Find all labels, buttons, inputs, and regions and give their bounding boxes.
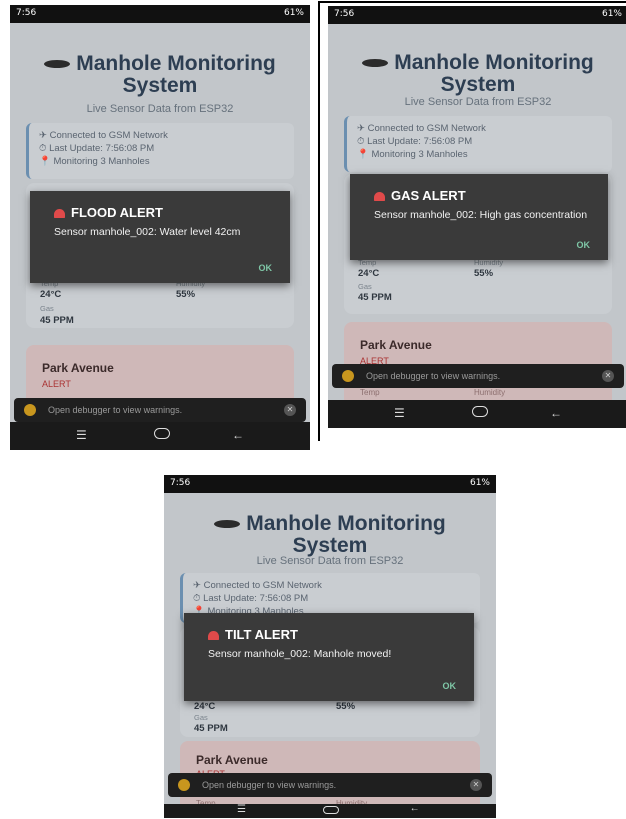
- manhole-icon: [362, 59, 389, 68]
- flood-alert-dialog: FLOOD ALERT Sensor manhole_002: Water le…: [30, 191, 290, 283]
- phone-screenshot-tilt: 7:56 61% Manhole Monitoring System Live S…: [164, 475, 496, 818]
- debugger-toast[interactable]: Open debugger to view warnings. ✕: [14, 398, 306, 422]
- connection-status: ✈ Connected to GSM Network: [193, 580, 322, 591]
- toast-text: Open debugger to view warnings.: [48, 405, 183, 415]
- humidity-value: 55%: [474, 268, 494, 279]
- status-bar: 7:56 61%: [328, 6, 626, 24]
- manhole-icon: [44, 60, 71, 69]
- status-time: 7:56: [16, 8, 37, 18]
- status-bar: 7:56 61%: [10, 5, 310, 23]
- nav-bar: ☰ ←: [164, 803, 496, 818]
- warning-icon: [24, 404, 36, 416]
- siren-icon: [54, 209, 65, 219]
- phone-screenshot-flood: 7:56 61% Manhole Monitoring System Live S…: [10, 5, 310, 450]
- menu-icon[interactable]: ☰: [394, 406, 405, 420]
- nav-bar: ☰ ←: [328, 400, 626, 428]
- park-avenue-title: Park Avenue: [196, 753, 268, 767]
- battery-level: 61%: [469, 478, 490, 488]
- dialog-title: FLOOD ALERT: [54, 205, 163, 220]
- last-update: ⏱ Last Update: 7:56:08 PM: [357, 136, 473, 147]
- app-screen: Manhole Monitoring System Live Sensor Dat…: [164, 493, 496, 818]
- toast-text: Open debugger to view warnings.: [202, 780, 337, 790]
- dialog-message: Sensor manhole_002: High gas concentrati…: [374, 209, 588, 221]
- phone-screenshot-gas: 7:56 61% Manhole Monitoring System Live S…: [328, 6, 626, 428]
- menu-icon[interactable]: ☰: [237, 804, 246, 815]
- gas-alert-dialog: GAS ALERT Sensor manhole_002: High gas c…: [350, 174, 608, 260]
- humidity-value: 55%: [336, 701, 356, 712]
- siren-icon: [208, 631, 219, 641]
- connection-status: ✈ Connected to GSM Network: [357, 123, 486, 134]
- debugger-toast[interactable]: Open debugger to view warnings. ✕: [168, 773, 492, 797]
- last-update: ⏱ Last Update: 7:56:08 PM: [39, 143, 155, 154]
- page-subtitle: Live Sensor Data from ESP32: [256, 555, 404, 567]
- dialog-message: Sensor manhole_002: Water level 42cm: [54, 226, 241, 238]
- park-avenue-title: Park Avenue: [42, 361, 114, 375]
- park-humidity-label: Humidity: [474, 388, 506, 397]
- gas-value: 45 PPM: [40, 315, 74, 326]
- warning-icon: [342, 370, 354, 382]
- last-update: ⏱ Last Update: 7:56:08 PM: [193, 593, 309, 604]
- ok-button[interactable]: OK: [577, 240, 591, 250]
- gas-label: Gas: [40, 304, 54, 313]
- connection-status: ✈ Connected to GSM Network: [39, 130, 168, 141]
- gas-label: Gas: [358, 282, 372, 291]
- humidity-value: 55%: [176, 289, 196, 300]
- app-screen: Manhole Monitoring System Live Sensor Dat…: [328, 24, 626, 428]
- park-temp-label: Temp: [360, 388, 380, 397]
- page-subtitle: Live Sensor Data from ESP32: [86, 103, 234, 115]
- page-title: Manhole Monitoring System: [328, 52, 626, 96]
- dialog-title: TILT ALERT: [208, 627, 298, 642]
- close-icon[interactable]: ✕: [602, 370, 614, 382]
- page-title: Manhole Monitoring System: [164, 513, 496, 557]
- status-time: 7:56: [170, 478, 191, 488]
- page-title: Manhole Monitoring System: [10, 53, 310, 97]
- ok-button[interactable]: OK: [259, 263, 273, 273]
- park-avenue-title: Park Avenue: [360, 338, 432, 352]
- back-icon[interactable]: ←: [232, 428, 244, 442]
- monitoring-count: 📍 Monitoring 3 Manholes: [39, 156, 150, 167]
- close-icon[interactable]: ✕: [284, 404, 296, 416]
- battery-level: 61%: [283, 8, 304, 18]
- dialog-title: GAS ALERT: [374, 188, 466, 203]
- temp-value: 24°C: [194, 701, 216, 712]
- page-subtitle: Live Sensor Data from ESP32: [404, 96, 552, 108]
- debugger-toast[interactable]: Open debugger to view warnings. ✕: [332, 364, 624, 388]
- monitoring-count: 📍 Monitoring 3 Manholes: [357, 149, 468, 160]
- close-icon[interactable]: ✕: [470, 779, 482, 791]
- back-icon[interactable]: ←: [550, 406, 562, 420]
- ok-button[interactable]: OK: [443, 681, 457, 691]
- home-icon[interactable]: [472, 406, 488, 417]
- siren-icon: [374, 192, 385, 202]
- manhole-icon: [214, 520, 241, 529]
- temp-value: 24°C: [40, 289, 62, 300]
- connection-info-card: ✈ Connected to GSM Network ⏱ Last Update…: [26, 123, 294, 179]
- warning-icon: [178, 779, 190, 791]
- connection-info-card: ✈ Connected to GSM Network ⏱ Last Update…: [344, 116, 612, 172]
- park-alert-badge: ALERT: [42, 379, 71, 389]
- home-icon[interactable]: [154, 428, 170, 439]
- home-icon[interactable]: [323, 806, 340, 814]
- status-bar: 7:56 61%: [164, 475, 496, 493]
- gas-label: Gas: [194, 713, 208, 722]
- app-screen: Manhole Monitoring System Live Sensor Dat…: [10, 23, 310, 450]
- temp-value: 24°C: [358, 268, 380, 279]
- back-icon[interactable]: ←: [410, 803, 420, 814]
- menu-icon[interactable]: ☰: [76, 428, 87, 442]
- gas-value: 45 PPM: [194, 723, 228, 734]
- gas-value: 45 PPM: [358, 292, 392, 303]
- battery-level: 61%: [601, 9, 622, 19]
- dialog-message: Sensor manhole_002: Manhole moved!: [208, 648, 392, 660]
- status-time: 7:56: [334, 9, 355, 19]
- nav-bar: ☰ ←: [10, 422, 310, 450]
- tilt-alert-dialog: TILT ALERT Sensor manhole_002: Manhole m…: [184, 613, 474, 701]
- toast-text: Open debugger to view warnings.: [366, 371, 501, 381]
